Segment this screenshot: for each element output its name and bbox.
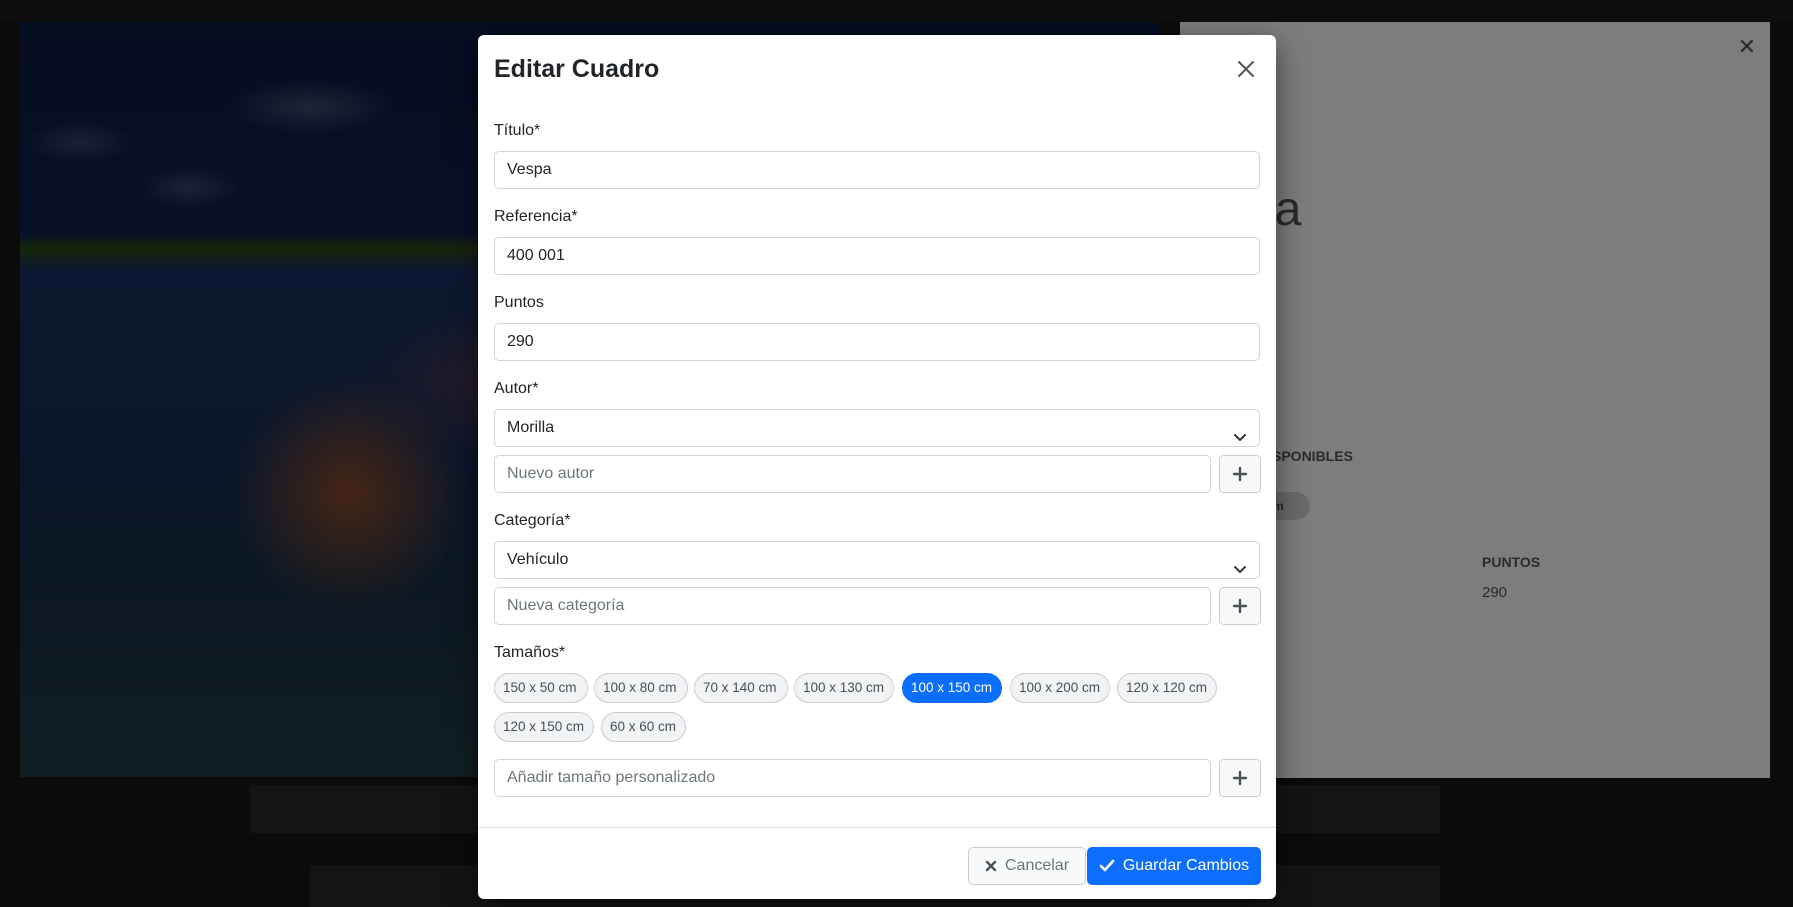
title-label: Título* <box>494 122 541 139</box>
category-label: Categoría* <box>494 512 571 529</box>
reference-input[interactable]: 400 001 <box>494 237 1260 275</box>
side-points-label: PUNTOS <box>1482 554 1541 570</box>
title-input[interactable]: Vespa <box>494 151 1260 189</box>
add-category-button[interactable] <box>1219 587 1261 625</box>
chevron-down-icon <box>1233 422 1247 458</box>
modal-title: Editar Cuadro <box>494 55 660 83</box>
category-selected-value: Vehículo <box>507 551 569 568</box>
size-chip[interactable]: 120 x 120 cm <box>1117 673 1217 703</box>
cancel-button[interactable]: Cancelar <box>968 847 1086 885</box>
plus-icon <box>1232 466 1248 482</box>
modal-footer-divider <box>478 827 1276 828</box>
size-chip[interactable]: 150 x 50 cm <box>494 673 588 703</box>
author-selected-value: Morilla <box>507 419 555 436</box>
size-chip[interactable]: 60 x 60 cm <box>601 712 686 742</box>
size-chip[interactable]: 70 x 140 cm <box>694 673 788 703</box>
chevron-down-icon <box>1233 554 1247 590</box>
new-category-input[interactable] <box>494 587 1211 625</box>
category-select[interactable]: Vehículo <box>494 541 1260 579</box>
side-points-value: 290 <box>1482 584 1508 601</box>
cancel-label: Cancelar <box>1004 857 1070 874</box>
close-icon[interactable] <box>1232 55 1260 83</box>
size-chip[interactable]: 120 x 150 cm <box>494 712 594 742</box>
sizes-label: Tamaños* <box>494 644 566 661</box>
new-author-input[interactable] <box>494 455 1211 493</box>
side-close-icon[interactable]: ✕ <box>1738 34 1756 60</box>
plus-icon <box>1232 598 1248 614</box>
points-input[interactable]: 290 <box>494 323 1260 361</box>
save-changes-button[interactable]: Guardar Cambios <box>1087 847 1261 885</box>
reference-label: Referencia* <box>494 208 578 225</box>
add-author-button[interactable] <box>1219 455 1261 493</box>
size-chip[interactable]: 100 x 200 cm <box>1010 673 1110 703</box>
author-select[interactable]: Morilla <box>494 409 1260 447</box>
plus-icon <box>1232 770 1248 786</box>
points-label: Puntos <box>494 294 544 311</box>
size-chip-selected[interactable]: 100 x 150 cm <box>902 673 1002 703</box>
custom-size-input[interactable] <box>494 759 1211 797</box>
size-chip[interactable]: 100 x 80 cm <box>594 673 688 703</box>
author-label: Autor* <box>494 380 539 397</box>
check-icon <box>1099 859 1115 873</box>
edit-painting-modal: Editar Cuadro Título* Vespa Referencia* … <box>478 35 1276 899</box>
add-size-button[interactable] <box>1219 759 1261 797</box>
size-chip[interactable]: 100 x 130 cm <box>794 673 894 703</box>
save-label: Guardar Cambios <box>1122 857 1250 874</box>
top-bar <box>0 0 1793 22</box>
x-icon <box>985 860 997 872</box>
